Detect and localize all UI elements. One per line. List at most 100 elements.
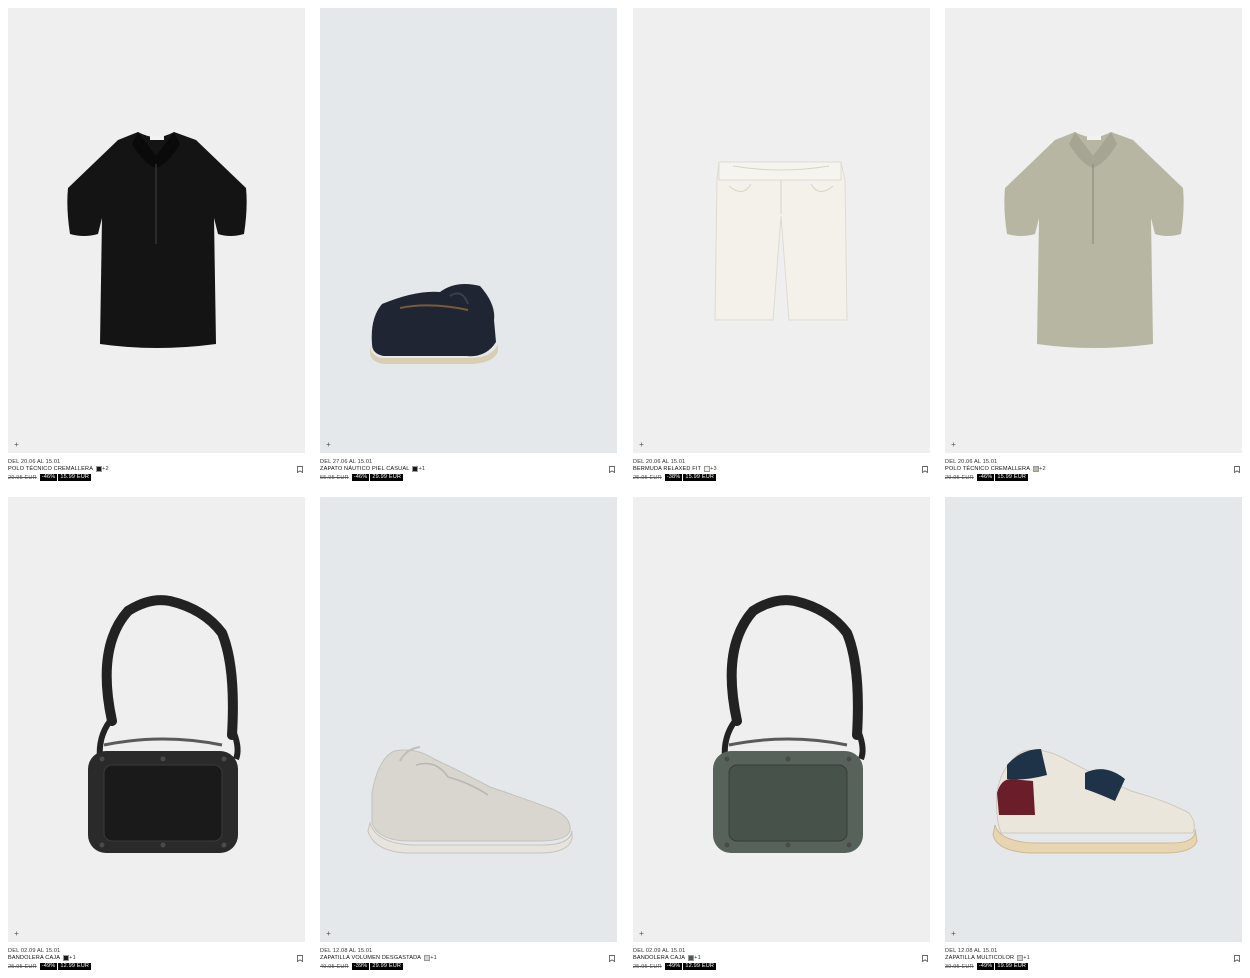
product-card[interactable]: + DEL 27.06 AL 15.01 ZAPATO NÁUTICO PIEL… bbox=[320, 8, 617, 485]
original-price: 25.95 EUR bbox=[633, 474, 662, 481]
discount-badge: -46% bbox=[351, 474, 370, 481]
discount-badge: -49% bbox=[976, 963, 995, 970]
product-info: DEL 12.08 AL 15.01 ZAPATILLA VOLUMEN DES… bbox=[320, 942, 617, 974]
sale-price: 15.99 EUR bbox=[995, 474, 1029, 481]
more-colors-count: +1 bbox=[418, 466, 426, 472]
more-colors-count: +1 bbox=[694, 955, 701, 961]
original-price: 55.95 EUR bbox=[320, 474, 349, 481]
product-card[interactable]: + DEL 02.09 AL 15.01 BANDOLERA CAJA +1 2… bbox=[633, 497, 930, 974]
product-image[interactable]: + bbox=[945, 497, 1242, 942]
product-name[interactable]: BANDOLERA CAJA bbox=[8, 954, 60, 962]
quick-add-icon[interactable]: + bbox=[949, 929, 958, 938]
sale-price: 29.99 EUR bbox=[370, 474, 404, 481]
sale-price: 12.99 EUR bbox=[58, 963, 92, 970]
promo-dates: DEL 02.09 AL 15.01 bbox=[633, 948, 686, 954]
color-swatch[interactable] bbox=[96, 466, 103, 472]
promo-dates: DEL 12.08 AL 15.01 bbox=[945, 948, 998, 954]
product-card[interactable]: + DEL 20.06 AL 15.01 BERMUDA RELAXED FIT… bbox=[633, 8, 930, 485]
more-colors-count: +1 bbox=[69, 955, 76, 961]
discount-badge: -49% bbox=[39, 963, 58, 970]
product-photo bbox=[370, 284, 498, 364]
color-swatch[interactable] bbox=[63, 955, 70, 961]
quick-add-icon[interactable]: + bbox=[324, 929, 333, 938]
product-photo bbox=[992, 749, 1198, 854]
color-swatch[interactable] bbox=[688, 955, 695, 961]
product-info: DEL 20.06 AL 15.01 BERMUDA RELAXED FIT +… bbox=[633, 453, 930, 485]
more-colors-count: +2 bbox=[1039, 466, 1046, 472]
product-image[interactable]: + bbox=[8, 8, 305, 453]
product-name[interactable]: ZAPATILLA VOLUMEN DESGASTADA bbox=[320, 954, 421, 962]
quick-add-icon[interactable]: + bbox=[949, 440, 958, 449]
product-photo bbox=[367, 746, 573, 854]
discount-badge: -49% bbox=[664, 963, 683, 970]
product-image[interactable]: + bbox=[633, 497, 930, 942]
product-name[interactable]: ZAPATO NÁUTICO PIEL CASUAL bbox=[320, 465, 409, 473]
sale-price: 29.99 EUR bbox=[370, 963, 404, 970]
quick-add-icon[interactable]: + bbox=[12, 929, 21, 938]
original-price: 25.95 EUR bbox=[8, 963, 37, 970]
product-card[interactable]: + DEL 20.06 AL 15.01 POLO TÉCNICO CREMAL… bbox=[8, 8, 305, 485]
product-card[interactable]: + DEL 12.08 AL 15.01 ZAPATILLA VOLUMEN D… bbox=[320, 497, 617, 974]
quick-add-icon[interactable]: + bbox=[637, 440, 646, 449]
bookmark-icon[interactable] bbox=[297, 466, 303, 473]
sale-price: 15.99 EUR bbox=[58, 474, 92, 481]
color-swatch[interactable] bbox=[424, 955, 431, 961]
quick-add-icon[interactable]: + bbox=[324, 440, 333, 449]
original-price: 25.95 EUR bbox=[633, 963, 662, 970]
product-card[interactable]: + DEL 20.06 AL 15.01 POLO TÉCNICO CREMAL… bbox=[945, 8, 1242, 485]
promo-dates: DEL 12.08 AL 15.01 bbox=[320, 948, 373, 954]
product-image[interactable]: + bbox=[633, 8, 930, 453]
color-swatch[interactable] bbox=[704, 466, 711, 472]
promo-dates: DEL 20.06 AL 15.01 bbox=[633, 459, 686, 465]
product-info: DEL 02.09 AL 15.01 BANDOLERA CAJA +1 25.… bbox=[633, 942, 930, 974]
promo-dates: DEL 20.06 AL 15.01 bbox=[945, 459, 998, 465]
more-colors-count: +1 bbox=[1023, 955, 1030, 961]
product-photo bbox=[713, 595, 866, 853]
product-card[interactable]: + DEL 12.08 AL 15.01 ZAPATILLA MULTICOLO… bbox=[945, 497, 1242, 974]
product-info: DEL 02.09 AL 15.01 BANDOLERA CAJA +1 25.… bbox=[8, 942, 305, 974]
product-image[interactable]: + bbox=[8, 497, 305, 942]
product-photo bbox=[88, 595, 241, 853]
original-price: 29.95 EUR bbox=[945, 474, 974, 481]
promo-dates: DEL 20.06 AL 15.01 bbox=[8, 459, 61, 465]
sale-price: 19.99 EUR bbox=[995, 963, 1029, 970]
product-name[interactable]: POLO TÉCNICO CREMALLERA bbox=[945, 465, 1030, 473]
bookmark-icon[interactable] bbox=[297, 955, 303, 962]
bookmark-icon[interactable] bbox=[922, 955, 928, 962]
sale-price: 15.99 EUR bbox=[683, 474, 717, 481]
discount-badge: -39% bbox=[351, 963, 370, 970]
product-photo bbox=[67, 132, 247, 348]
product-info: DEL 20.06 AL 15.01 POLO TÉCNICO CREMALLE… bbox=[945, 453, 1242, 485]
product-image[interactable]: + bbox=[320, 497, 617, 942]
quick-add-icon[interactable]: + bbox=[637, 929, 646, 938]
promo-dates: DEL 27.06 AL 15.01 bbox=[320, 459, 373, 465]
original-price: 49.95 EUR bbox=[320, 963, 349, 970]
discount-badge: -38% bbox=[664, 474, 683, 481]
product-name[interactable]: BANDOLERA CAJA bbox=[633, 954, 685, 962]
discount-badge: -46% bbox=[39, 474, 58, 481]
bookmark-icon[interactable] bbox=[609, 466, 615, 473]
product-photo bbox=[714, 161, 848, 321]
sale-price: 12.99 EUR bbox=[683, 963, 717, 970]
bookmark-icon[interactable] bbox=[922, 466, 928, 473]
product-image[interactable]: + bbox=[945, 8, 1242, 453]
product-name[interactable]: BERMUDA RELAXED FIT bbox=[633, 465, 701, 473]
product-name[interactable]: POLO TÉCNICO CREMALLERA bbox=[8, 465, 93, 473]
discount-badge: -46% bbox=[976, 474, 995, 481]
bookmark-icon[interactable] bbox=[1234, 466, 1240, 473]
color-swatch[interactable] bbox=[1017, 955, 1024, 961]
promo-dates: DEL 02.09 AL 15.01 bbox=[8, 948, 61, 954]
product-info: DEL 12.08 AL 15.01 ZAPATILLA MULTICOLOR … bbox=[945, 942, 1242, 974]
product-card[interactable]: + DEL 02.09 AL 15.01 BANDOLERA CAJA +1 2… bbox=[8, 497, 305, 974]
bookmark-icon[interactable] bbox=[609, 955, 615, 962]
product-name[interactable]: ZAPATILLA MULTICOLOR bbox=[945, 954, 1014, 962]
more-colors-count: +1 bbox=[430, 955, 437, 961]
product-info: DEL 20.06 AL 15.01 POLO TÉCNICO CREMALLE… bbox=[8, 453, 305, 485]
color-swatch[interactable] bbox=[1033, 466, 1040, 472]
quick-add-icon[interactable]: + bbox=[12, 440, 21, 449]
original-price: 29.95 EUR bbox=[8, 474, 37, 481]
product-info: DEL 27.06 AL 15.01 ZAPATO NÁUTICO PIEL C… bbox=[320, 453, 617, 485]
color-swatch[interactable] bbox=[412, 466, 419, 472]
product-image[interactable]: + bbox=[320, 8, 617, 453]
bookmark-icon[interactable] bbox=[1234, 955, 1240, 962]
